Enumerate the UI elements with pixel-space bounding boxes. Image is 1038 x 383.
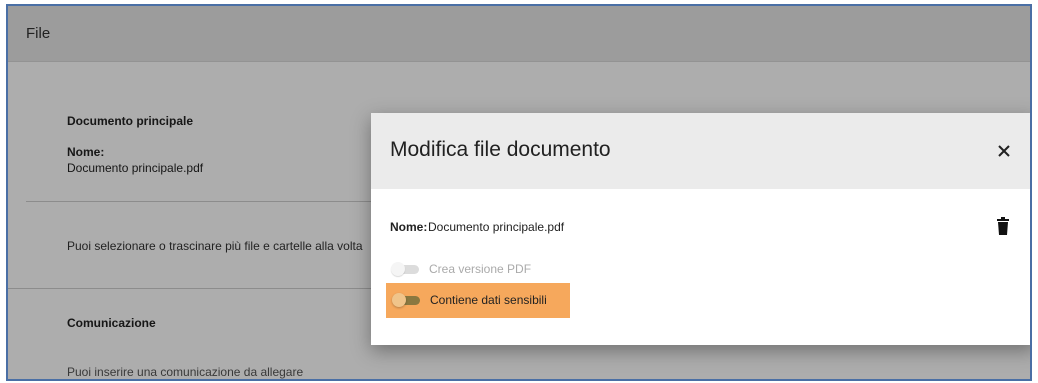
create-pdf-toggle (391, 262, 421, 276)
dialog-title: Modifica file documento (390, 138, 611, 161)
sensitive-data-highlight: Contiene dati sensibili (386, 283, 570, 318)
create-pdf-label: Crea versione PDF (429, 262, 532, 276)
sensitive-data-label: Contiene dati sensibili (430, 293, 547, 307)
sensitive-data-toggle[interactable] (392, 293, 422, 307)
create-pdf-toggle-row: Crea versione PDF (391, 262, 531, 276)
dialog-header: Modifica file documento (371, 113, 1030, 189)
dialog-name-label: Nome: (390, 220, 428, 234)
edit-file-dialog: Modifica file documento Nome: Documento … (371, 113, 1030, 345)
app-frame: File Documento principale Nome: Document… (6, 4, 1032, 381)
dialog-name-value: Documento principale.pdf (428, 220, 565, 234)
sensitive-data-toggle-row[interactable]: Contiene dati sensibili (392, 293, 547, 307)
trash-icon[interactable] (996, 217, 1010, 235)
close-icon[interactable] (994, 141, 1014, 161)
